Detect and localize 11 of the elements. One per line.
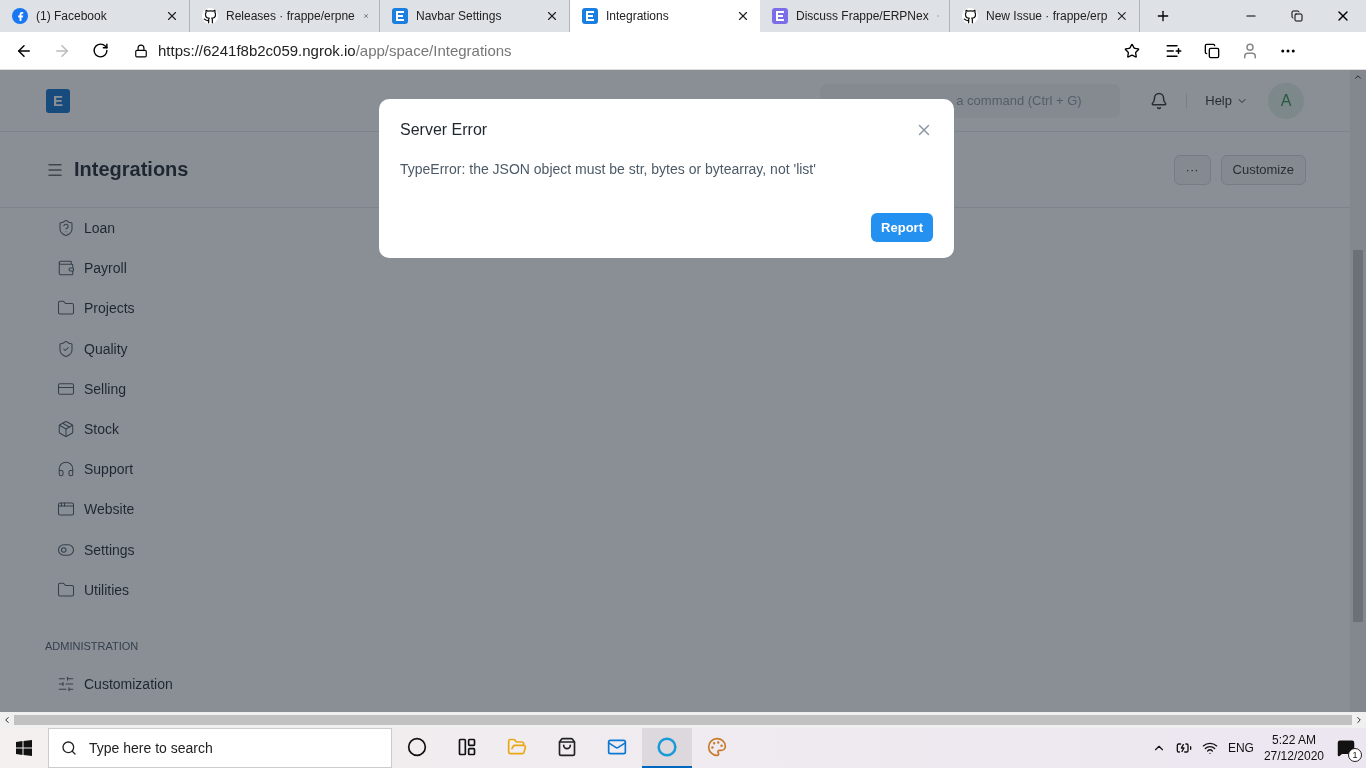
page-title: Integrations bbox=[74, 158, 189, 181]
tab-title: Discuss Frappe/ERPNex bbox=[796, 9, 929, 23]
notification-count: 1 bbox=[1348, 748, 1362, 762]
dialog-title: Server Error bbox=[400, 121, 488, 139]
tab-title: Navbar Settings bbox=[416, 9, 503, 23]
tab-title: (1) Facebook bbox=[36, 9, 108, 23]
tab-title: New Issue · frappe/erp bbox=[986, 9, 1108, 23]
tab-title: Releases · frappe/erpne bbox=[226, 9, 355, 23]
tab-title: Integrations bbox=[606, 9, 670, 23]
section-heading: ADMINISTRATION bbox=[45, 639, 140, 652]
error-message: TypeError: the JSON object must be str, bytes or bytearray, not 'list' bbox=[400, 161, 817, 177]
